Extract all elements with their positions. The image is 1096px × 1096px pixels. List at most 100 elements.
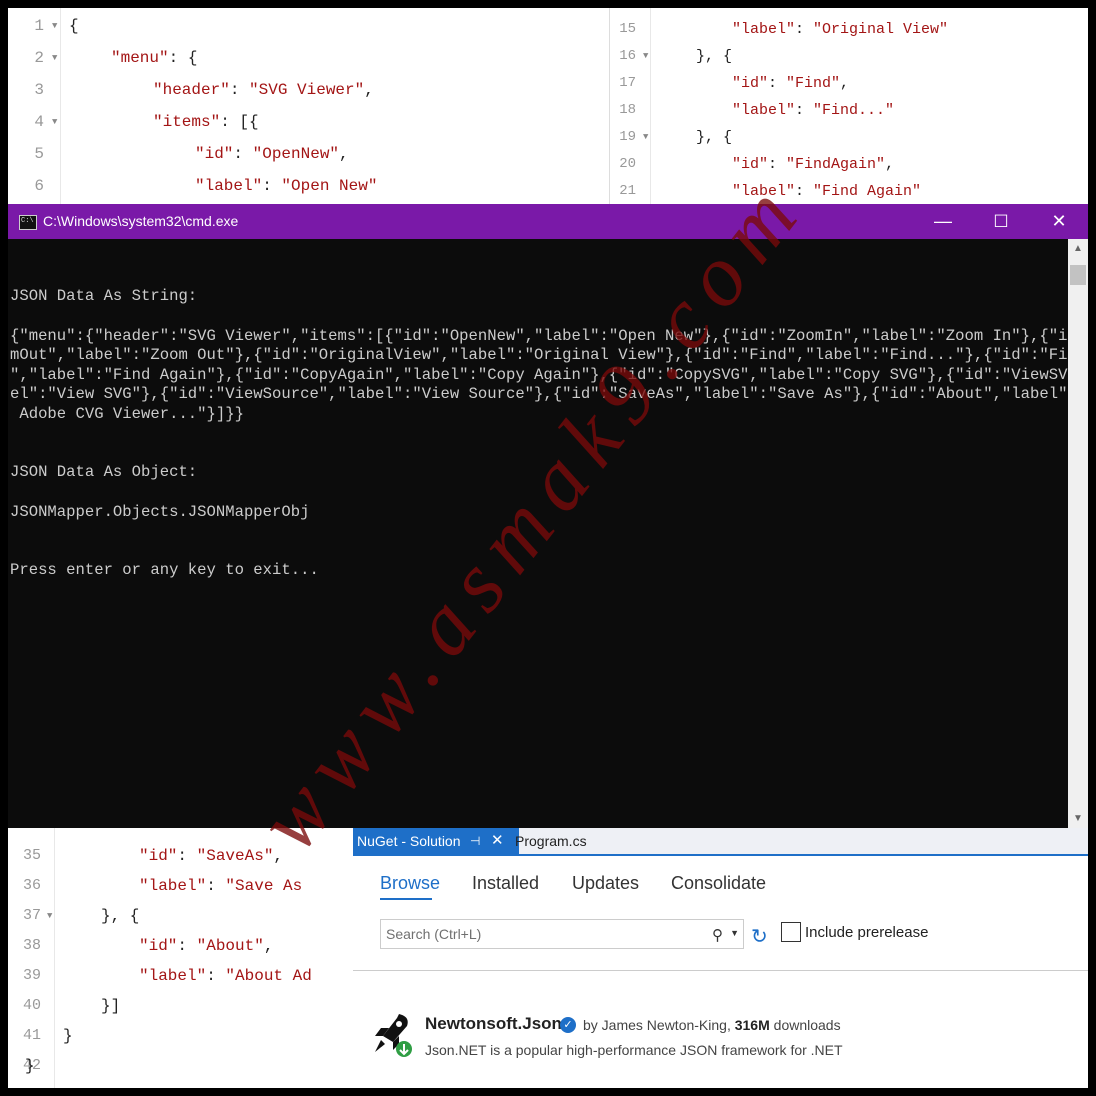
json-key: "id"	[139, 847, 178, 865]
code-line: 39 "label": "About Ad	[8, 967, 348, 997]
code-text: "label": "Save As	[139, 877, 303, 895]
console-output[interactable]: JSON Data As String: {"menu":{"header":"…	[10, 239, 1088, 828]
line-number: 39	[22, 967, 41, 984]
json-string: "Find Again"	[813, 183, 922, 200]
code-text: }, {	[696, 48, 733, 65]
json-key: "label"	[732, 102, 796, 119]
console-line: mOut","label":"Zoom Out"},{"id":"Origina…	[10, 346, 1088, 364]
json-string: "OpenNew"	[252, 145, 340, 163]
minimize-button[interactable]: —	[914, 204, 972, 239]
json-key: "id"	[732, 75, 769, 92]
line-number: 4	[34, 113, 44, 131]
tab-updates[interactable]: Updates	[572, 873, 639, 894]
code-line: 36 "label": "Save As	[8, 877, 348, 907]
close-tab-icon[interactable]: ✕	[491, 828, 504, 854]
scroll-up-arrow-icon[interactable]: ▲	[1068, 243, 1088, 254]
console-line: JSON Data As String:	[10, 287, 198, 305]
scrollbar-thumb[interactable]	[1070, 265, 1086, 285]
json-key: "label"	[195, 177, 263, 195]
json-string: "About Ad	[225, 967, 312, 985]
fold-toggle-icon[interactable]: ▼	[52, 53, 57, 63]
code-text: "id": "Find",	[732, 75, 850, 92]
console-line: {"menu":{"header":"SVG Viewer","items":[…	[10, 327, 1088, 345]
cmd-app-icon: C:\	[19, 215, 37, 230]
code-text: }	[25, 1057, 35, 1075]
code-line: 41}	[8, 1027, 348, 1057]
scroll-down-arrow-icon[interactable]: ▼	[1068, 813, 1088, 824]
document-tab-strip: NuGet - Solution ⊣ ✕ Program.cs	[353, 828, 1088, 856]
line-number: 18	[619, 102, 636, 118]
fold-toggle-icon[interactable]: ▼	[52, 117, 57, 127]
code-line: 18 "label": "Find..."	[610, 102, 1088, 129]
package-author-downloads: by James Newton-King, 316M downloads	[583, 1017, 841, 1033]
vertical-scrollbar[interactable]: ▲ ▼	[1068, 239, 1088, 828]
tab-installed[interactable]: Installed	[472, 873, 539, 894]
json-key: "label"	[139, 877, 207, 895]
json-string: "Find..."	[813, 102, 895, 119]
line-number: 15	[619, 21, 636, 37]
code-text: "id": "FindAgain",	[732, 156, 895, 173]
console-line: JSONMapper.Objects.JSONMapperObj	[10, 503, 310, 521]
json-key: "label"	[139, 967, 207, 985]
code-line: 15 "label": "Original View"	[610, 21, 1088, 48]
code-text: {	[69, 17, 79, 35]
package-description: Json.NET is a popular high-performance J…	[425, 1042, 843, 1058]
divider	[353, 970, 1088, 971]
code-text: "header": "SVG Viewer",	[153, 81, 374, 99]
line-number: 1	[34, 17, 44, 35]
cmd-icon-text: C:\	[21, 217, 34, 225]
json-string: "SaveAs"	[196, 847, 274, 865]
code-line: 17 "id": "Find",	[610, 75, 1088, 102]
tab-program-cs[interactable]: Program.cs	[511, 828, 591, 854]
code-text: "label": "Open New"	[195, 177, 378, 195]
code-text: }, {	[101, 907, 140, 925]
cmd-window[interactable]: C:\ C:\Windows\system32\cmd.exe — ☐ ✕ JS…	[8, 204, 1088, 828]
json-key: "label"	[732, 183, 796, 200]
tab-nuget-solution[interactable]: NuGet - Solution ⊣ ✕	[353, 828, 519, 854]
search-input[interactable]	[381, 920, 711, 948]
line-number: 2	[34, 49, 44, 67]
json-string: "Open New"	[281, 177, 378, 195]
search-icon[interactable]: ⚲	[712, 926, 723, 944]
code-text: }	[63, 1027, 73, 1045]
download-count: 316M	[734, 1017, 770, 1033]
code-editor-top-left[interactable]: 1 ▼ {2 ▼ "menu": {3 "header": "SVG Viewer", 4 ▼…	[8, 8, 608, 204]
pin-icon[interactable]: ⊣	[470, 828, 480, 854]
code-text: "label": "Find Again"	[732, 183, 922, 200]
fold-toggle-icon[interactable]: ▼	[643, 51, 648, 61]
window-title: C:\Windows\system32\cmd.exe	[43, 213, 239, 229]
line-number: 3	[34, 81, 44, 99]
tab-browse[interactable]: Browse	[380, 873, 440, 894]
code-line: 38 "id": "About",	[8, 937, 348, 967]
cmd-title-bar[interactable]: C:\ C:\Windows\system32\cmd.exe — ☐ ✕	[8, 204, 1088, 239]
code-text: "label": "Original View"	[732, 21, 949, 38]
line-number: 35	[22, 847, 41, 864]
maximize-button[interactable]: ☐	[972, 204, 1030, 239]
json-key: "header"	[153, 81, 230, 99]
code-editor-top-right[interactable]: 15 "label": "Original View" 16 ▼}, {17 "id":…	[609, 8, 1088, 204]
fold-toggle-icon[interactable]: ▼	[52, 21, 57, 31]
package-name[interactable]: Newtonsoft.Json	[425, 1014, 562, 1034]
fold-toggle-icon[interactable]: ▼	[47, 911, 52, 921]
close-button[interactable]: ✕	[1030, 204, 1088, 239]
console-line: Press enter or any key to exit...	[10, 561, 319, 579]
code-text: "label": "Find..."	[732, 102, 895, 119]
line-number: 21	[619, 183, 636, 199]
tab-consolidate[interactable]: Consolidate	[671, 873, 766, 894]
json-key: "id"	[732, 156, 769, 173]
code-editor-bottom-left[interactable]: 35 "id": "SaveAs", 36 "label": "Save As 37 ▼}…	[8, 828, 348, 1088]
chevron-down-icon[interactable]: ▼	[730, 928, 739, 938]
include-prerelease-checkbox[interactable]	[781, 922, 801, 942]
nuget-panel[interactable]: NuGet - Solution ⊣ ✕ Program.cs Browse I…	[353, 828, 1088, 1088]
code-text: "id": "SaveAs",	[139, 847, 284, 865]
code-line: 21 "label": "Find Again"	[610, 183, 1088, 204]
search-box[interactable]: ⚲ ▼	[380, 919, 744, 949]
refresh-icon[interactable]: ↻	[751, 924, 768, 949]
screenshot-frame: 1 ▼ {2 ▼ "menu": {3 "header": "SVG Viewer", 4 ▼…	[8, 8, 1088, 1088]
fold-toggle-icon[interactable]: ▼	[643, 132, 648, 142]
json-key: "items"	[153, 113, 221, 131]
line-number: 40	[22, 997, 41, 1014]
line-number: 36	[22, 877, 41, 894]
code-line: 4 ▼ "items": [{	[8, 113, 608, 145]
verified-badge-icon: ✓	[560, 1017, 576, 1033]
